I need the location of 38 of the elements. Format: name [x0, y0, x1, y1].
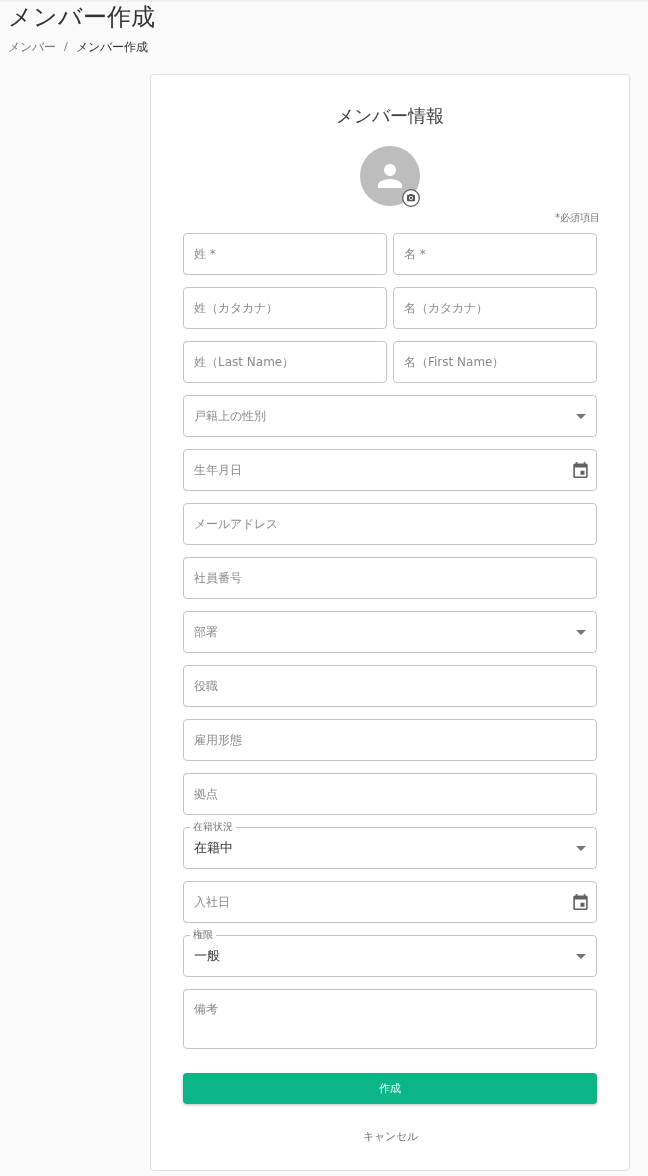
card-title: メンバー情報 — [335, 104, 445, 128]
camera-icon[interactable] — [402, 189, 420, 207]
text-field[interactable]: メールアドレス — [183, 503, 597, 545]
select-field[interactable]: 戸籍上の性別 — [183, 395, 597, 437]
text-field[interactable]: 名（カタカナ） — [393, 287, 597, 329]
text-field[interactable]: 姓（カタカナ） — [183, 287, 387, 329]
text-field[interactable]: 名（First Name） — [393, 341, 597, 383]
text-field[interactable]: 社員番号 — [183, 557, 597, 599]
select-field[interactable]: 権限 一般 — [183, 929, 597, 977]
avatar-icon[interactable] — [360, 146, 420, 206]
dropdown-caret-icon — [576, 413, 586, 419]
floating-label: 在籍状況 — [190, 821, 236, 833]
page-title: メンバー作成 — [8, 2, 156, 32]
text-field[interactable]: 役職 — [183, 665, 597, 707]
required-note: *必須項目 — [555, 211, 600, 224]
cancel-button[interactable]: キャンセル — [346, 1122, 434, 1152]
breadcrumb-separator: / — [64, 39, 68, 55]
breadcrumb-link[interactable]: メンバー — [8, 39, 56, 55]
dropdown-caret-icon — [576, 629, 586, 635]
calendar-icon[interactable] — [573, 894, 588, 910]
field-value: 一般 — [194, 948, 220, 964]
create-button[interactable]: 作成 — [183, 1073, 597, 1104]
dropdown-caret-icon — [576, 953, 586, 959]
calendar-icon[interactable] — [573, 462, 588, 478]
textarea-field[interactable]: 備考 — [183, 989, 597, 1049]
text-field[interactable]: 姓（Last Name） — [183, 341, 387, 383]
text-field[interactable]: 雇用形態 — [183, 719, 597, 761]
select-field[interactable]: 部署 — [183, 611, 597, 653]
breadcrumb-current: メンバー作成 — [75, 39, 148, 55]
date-field[interactable]: 生年月日 — [183, 449, 597, 491]
dropdown-caret-icon — [576, 845, 586, 851]
text-field[interactable]: 名 * — [393, 233, 597, 275]
text-field[interactable]: 拠点 — [183, 773, 597, 815]
field-value: 在籍中 — [194, 840, 233, 856]
floating-label: 権限 — [190, 929, 216, 941]
text-field[interactable]: 姓 * — [183, 233, 387, 275]
select-field[interactable]: 在籍状況 在籍中 — [183, 821, 597, 869]
date-field[interactable]: 入社日 — [183, 881, 597, 923]
